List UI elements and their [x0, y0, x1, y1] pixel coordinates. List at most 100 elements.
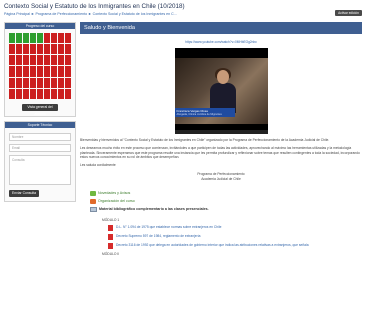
breadcrumb-separator: ► — [30, 12, 35, 16]
breadcrumb-separator: ► — [88, 12, 92, 16]
progress-cell[interactable] — [37, 77, 43, 88]
progress-grid — [9, 33, 71, 99]
progress-cell[interactable] — [58, 66, 64, 77]
email-field[interactable]: Email — [9, 144, 71, 152]
progress-cell[interactable] — [58, 77, 64, 88]
message-field[interactable]: Consulta — [9, 155, 71, 185]
pdf-link[interactable]: D.L. N° 1.094 de 1975 que establece norm… — [108, 225, 362, 232]
progress-cell[interactable] — [16, 44, 22, 55]
progress-cell[interactable] — [30, 88, 36, 99]
progress-cell[interactable] — [16, 55, 22, 66]
pdf-link-label: D.L. N° 1.094 de 1975 que establece norm… — [116, 225, 222, 230]
progress-cell[interactable] — [44, 33, 50, 44]
progress-cell[interactable] — [30, 33, 36, 44]
breadcrumb-course[interactable]: Contexto Social y Estatuto de los Inmigr… — [93, 12, 177, 16]
video-link[interactable]: https://www.youtube.com/watch?v=0MHbEOg2… — [80, 40, 362, 44]
pdf-link-label: Decreto Supremo 597 de 1984, reglamento … — [116, 234, 201, 239]
progress-cell[interactable] — [9, 77, 15, 88]
progress-cell[interactable] — [51, 33, 57, 44]
signature-line-2: Academia Judicial de Chile — [201, 176, 241, 181]
main-content: Saludo y Bienvenida https://www.youtube.… — [80, 22, 362, 256]
progress-cell[interactable] — [37, 66, 43, 77]
progress-cell[interactable] — [30, 77, 36, 88]
pdf-icon — [108, 225, 113, 232]
progress-cell[interactable] — [51, 55, 57, 66]
progress-overview-button[interactable]: Vista general del alumno — [22, 104, 58, 116]
progress-cell[interactable] — [44, 77, 50, 88]
organization-link[interactable]: Organización del curso — [90, 197, 362, 205]
progress-cell[interactable] — [58, 55, 64, 66]
page-title: Contexto Social y Estatuto de los Inmigr… — [4, 3, 185, 10]
progress-cell[interactable] — [9, 88, 15, 99]
progress-cell[interactable] — [51, 44, 57, 55]
folder-link-label: Material bibliográfico complementario a … — [99, 207, 209, 212]
progress-cell[interactable] — [23, 33, 29, 44]
progress-cell[interactable] — [65, 33, 71, 44]
progress-cell[interactable] — [58, 44, 64, 55]
folder-link[interactable]: Material bibliográfico complementario a … — [90, 205, 362, 213]
send-inquiry-button[interactable]: Enviar Consulta — [9, 190, 39, 197]
module-2-label: MÓDULO II — [102, 252, 120, 257]
progress-cell[interactable] — [23, 66, 29, 77]
forum-icon — [90, 190, 96, 196]
progress-cell[interactable] — [51, 88, 57, 99]
progress-cell[interactable] — [23, 55, 29, 66]
progress-cell[interactable] — [30, 55, 36, 66]
progress-cell[interactable] — [44, 44, 50, 55]
forum-link-label: Novedades y Avisos — [98, 191, 131, 196]
breadcrumb-home[interactable]: Página Principal — [4, 12, 30, 16]
forum-link[interactable]: Novedades y Avisos — [90, 189, 362, 197]
course-resources: Novedades y Avisos Organización del curs… — [80, 189, 362, 213]
progress-cell[interactable] — [65, 44, 71, 55]
document-icon — [90, 198, 96, 204]
progress-cell[interactable] — [65, 88, 71, 99]
breadcrumb: Página Principal►Programa de Perfecciona… — [4, 12, 177, 16]
edit-mode-button[interactable]: Activar edición — [335, 10, 362, 16]
progress-cell[interactable] — [37, 33, 43, 44]
progress-cell[interactable] — [65, 77, 71, 88]
closing-paragraph: Les saluda cordialmente — [80, 163, 116, 168]
video-player[interactable]: Francisca Vargas Rivas Abogada, Clínica … — [174, 48, 268, 134]
progress-cell[interactable] — [44, 88, 50, 99]
progress-cell[interactable] — [9, 66, 15, 77]
progress-cell[interactable] — [37, 88, 43, 99]
organization-link-label: Organización del curso — [98, 199, 135, 204]
progress-cell[interactable] — [51, 66, 57, 77]
video-caption: Francisca Vargas Rivas Abogada, Clínica … — [174, 108, 235, 117]
pdf-link-label: Decreto 3116 de 1992 que delega en autor… — [116, 243, 309, 248]
pdf-icon — [108, 243, 113, 250]
progress-cell[interactable] — [23, 77, 29, 88]
progress-block: Progreso del curso Vista general del alu… — [4, 22, 76, 117]
progress-cell[interactable] — [30, 44, 36, 55]
progress-cell[interactable] — [65, 55, 71, 66]
pdf-icon — [108, 234, 113, 241]
folder-icon — [90, 206, 97, 212]
sidebar: Progreso del curso Vista general del alu… — [4, 22, 76, 206]
video-controls[interactable] — [174, 130, 268, 134]
progress-cell[interactable] — [58, 33, 64, 44]
progress-block-title: Progreso del curso — [5, 23, 75, 29]
name-field[interactable]: Nombre — [9, 133, 71, 141]
progress-cell[interactable] — [16, 33, 22, 44]
progress-cell[interactable] — [16, 88, 22, 99]
progress-cell[interactable] — [9, 44, 15, 55]
progress-cell[interactable] — [65, 66, 71, 77]
progress-cell[interactable] — [37, 44, 43, 55]
progress-cell[interactable] — [9, 33, 15, 44]
progress-cell[interactable] — [23, 44, 29, 55]
support-block: Soporte Técnico Nombre Email Consulta En… — [4, 121, 76, 202]
progress-cell[interactable] — [30, 66, 36, 77]
progress-cell[interactable] — [23, 88, 29, 99]
breadcrumb-program[interactable]: Programa de Perfeccionamiento — [36, 12, 88, 16]
progress-cell[interactable] — [51, 77, 57, 88]
progress-cell[interactable] — [37, 55, 43, 66]
contact-form: Nombre Email Consulta Enviar Consulta — [5, 128, 75, 201]
progress-cell[interactable] — [44, 66, 50, 77]
progress-cell[interactable] — [16, 66, 22, 77]
progress-cell[interactable] — [16, 77, 22, 88]
progress-cell[interactable] — [9, 55, 15, 66]
progress-cell[interactable] — [58, 88, 64, 99]
pdf-link[interactable]: Decreto 3116 de 1992 que delega en autor… — [108, 243, 362, 250]
pdf-link[interactable]: Decreto Supremo 597 de 1984, reglamento … — [108, 234, 362, 241]
progress-cell[interactable] — [44, 55, 50, 66]
